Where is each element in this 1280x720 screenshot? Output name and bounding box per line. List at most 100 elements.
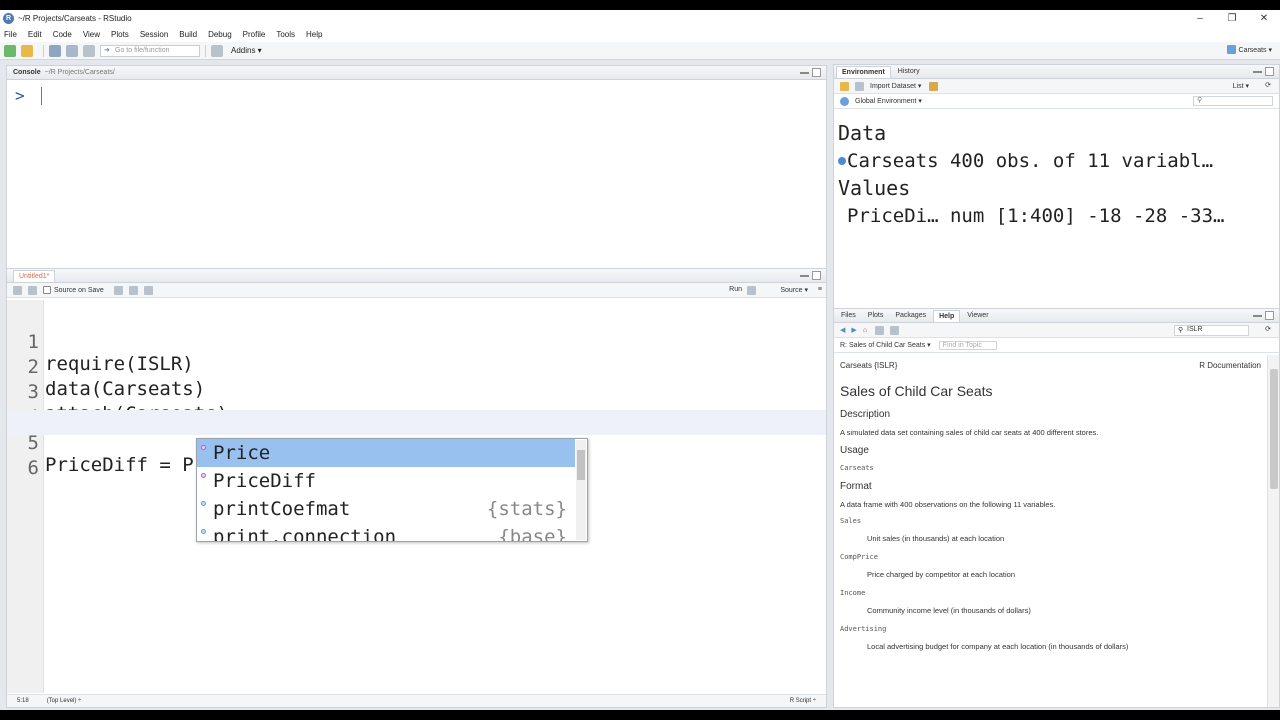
print-icon[interactable] xyxy=(83,44,95,57)
completion-item-selected[interactable]: Price xyxy=(197,439,575,467)
menu-help[interactable]: Help xyxy=(306,30,322,39)
menu-plots[interactable]: Plots xyxy=(111,30,129,39)
wand-icon[interactable] xyxy=(128,285,138,295)
search-icon: ⚲ xyxy=(1178,327,1184,334)
save-all-icon[interactable] xyxy=(66,44,78,57)
topic-selector[interactable]: R: Sales of Child Car Seats ▾ xyxy=(840,341,931,349)
editor-status-bar: 5:18 (Top Level) ÷ R Script ÷ xyxy=(7,694,826,707)
help-search-input[interactable]: ⚲ ISLR xyxy=(1174,325,1249,336)
usage-code: Carseats xyxy=(840,464,874,472)
import-dataset-button[interactable]: Import Dataset ▾ xyxy=(870,82,921,90)
menu-file[interactable]: File xyxy=(4,30,17,39)
outline-icon[interactable]: ≡ xyxy=(818,286,822,293)
forward-arrow-icon[interactable]: ▶ xyxy=(851,326,856,334)
tab-help[interactable]: Help xyxy=(933,309,961,322)
menu-edit[interactable]: Edit xyxy=(28,30,42,39)
variable-name: Advertising xyxy=(840,625,887,633)
minimize-button[interactable]: – xyxy=(1184,10,1216,27)
minimize-pane-icon[interactable] xyxy=(800,275,809,279)
code-line[interactable]: 2 data(Carseats) xyxy=(7,334,826,400)
completion-item[interactable]: print.connection {base} xyxy=(197,523,575,541)
console-input-cursor[interactable] xyxy=(41,87,42,105)
help-scrollbar[interactable] xyxy=(1267,355,1279,707)
rstudio-window: R ~/R Projects/Carseats - RStudio – ❐ ✕ … xyxy=(0,10,1280,710)
menu-debug[interactable]: Debug xyxy=(208,30,232,39)
tab-packages[interactable]: Packages xyxy=(890,310,931,321)
refresh-icon[interactable]: ⟳ xyxy=(1265,325,1271,333)
source-on-save-checkbox[interactable] xyxy=(43,286,51,294)
editor-pane-controls xyxy=(797,271,821,280)
scrollbar-thumb[interactable] xyxy=(577,450,585,480)
code-line[interactable]: 4 xyxy=(7,384,826,428)
maximize-pane-icon[interactable] xyxy=(812,271,821,280)
menu-profile[interactable]: Profile xyxy=(243,30,266,39)
grid-layout-icon[interactable] xyxy=(211,44,223,57)
project-cube-icon xyxy=(1226,45,1236,54)
home-icon[interactable]: ⌂ xyxy=(863,327,867,334)
menu-tools[interactable]: Tools xyxy=(276,30,295,39)
format-heading: Format xyxy=(840,481,872,492)
new-file-icon[interactable] xyxy=(4,44,16,57)
code-line[interactable]: 3 attach(Carseats) xyxy=(7,359,826,425)
expand-icon[interactable] xyxy=(838,157,846,165)
tab-files[interactable]: Files xyxy=(836,310,861,321)
go-to-file-input[interactable]: Go to file/function xyxy=(100,44,200,57)
environment-scope-bar: Global Environment ▾ ⚲ xyxy=(834,94,1279,109)
save-workspace-icon[interactable] xyxy=(855,81,864,91)
minimize-pane-icon[interactable] xyxy=(1253,71,1262,75)
menu-code[interactable]: Code xyxy=(53,30,72,39)
project-name: Carseats ▾ xyxy=(1238,46,1272,54)
data-row-carseats[interactable]: Carseats 400 obs. of 11 variabl… xyxy=(838,150,1213,172)
minimize-pane-icon[interactable] xyxy=(800,72,809,76)
globe-icon xyxy=(840,96,849,106)
tab-plots[interactable]: Plots xyxy=(863,310,889,321)
search-icon[interactable] xyxy=(113,285,123,295)
completion-item[interactable]: PriceDiff xyxy=(197,467,575,495)
autocomplete-scrollbar[interactable] xyxy=(576,440,586,540)
addins-menu[interactable]: Addins ▾ xyxy=(231,46,262,55)
scrollbar-thumb[interactable] xyxy=(1270,369,1278,489)
minimize-pane-icon[interactable] xyxy=(1253,315,1262,319)
broom-icon[interactable] xyxy=(929,81,939,91)
values-section-header: Values xyxy=(838,176,911,200)
menu-build[interactable]: Build xyxy=(179,30,197,39)
scope-selector[interactable]: (Top Level) ÷ xyxy=(47,698,82,704)
run-button[interactable]: Run xyxy=(729,286,742,293)
save-icon[interactable] xyxy=(28,285,37,295)
completion-item[interactable]: printCoefmat {stats} xyxy=(197,495,575,523)
code-line[interactable]: 1 require(ISLR) xyxy=(7,309,826,375)
close-button[interactable]: ✕ xyxy=(1248,10,1280,27)
open-project-icon[interactable] xyxy=(21,44,33,57)
compile-report-icon[interactable] xyxy=(143,285,153,295)
refresh-icon[interactable]: ⟳ xyxy=(1265,81,1271,89)
save-icon[interactable] xyxy=(49,44,61,57)
tab-environment[interactable]: Environment xyxy=(836,65,891,78)
menu-view[interactable]: View xyxy=(83,30,100,39)
view-mode-selector[interactable]: List ▾ xyxy=(1233,82,1249,90)
environment-search-input[interactable]: ⚲ xyxy=(1193,96,1273,106)
project-menu[interactable]: Carseats ▾ xyxy=(1226,45,1272,54)
code-line-active[interactable]: 5 PriceDiff = Price xyxy=(7,410,826,476)
values-row-pricediff[interactable]: PriceDi… num [1:400] -18 -28 -33… xyxy=(847,205,1225,227)
source-button[interactable]: Source ▾ xyxy=(780,286,808,294)
help-content: Carseats {ISLR} R Documentation Sales of… xyxy=(834,355,1267,707)
open-in-new-window-icon[interactable] xyxy=(890,325,900,335)
find-in-topic-input[interactable]: Find in Topic xyxy=(938,340,997,350)
restore-button[interactable]: ❐ xyxy=(1216,10,1248,27)
back-arrow-icon[interactable]: ◀ xyxy=(840,326,845,334)
tab-viewer[interactable]: Viewer xyxy=(962,310,993,321)
file-type-selector[interactable]: R Script ÷ xyxy=(790,698,816,704)
cursor-position: 5:18 xyxy=(17,698,29,704)
menu-session[interactable]: Session xyxy=(140,30,168,39)
tab-history[interactable]: History xyxy=(893,66,925,77)
tab-untitled1[interactable]: Untitled1* xyxy=(13,269,56,282)
maximize-pane-icon[interactable] xyxy=(1265,67,1274,76)
load-workspace-icon[interactable] xyxy=(840,81,849,91)
maximize-pane-icon[interactable] xyxy=(812,68,821,77)
maximize-pane-icon[interactable] xyxy=(1265,311,1274,320)
console-path[interactable]: ~/R Projects/Carseats/ xyxy=(45,69,115,76)
print-icon[interactable] xyxy=(875,325,885,335)
back-arrow-icon[interactable] xyxy=(13,285,22,295)
environment-scope-selector[interactable]: Global Environment ▾ xyxy=(855,97,922,105)
rerun-icon[interactable] xyxy=(747,286,756,295)
